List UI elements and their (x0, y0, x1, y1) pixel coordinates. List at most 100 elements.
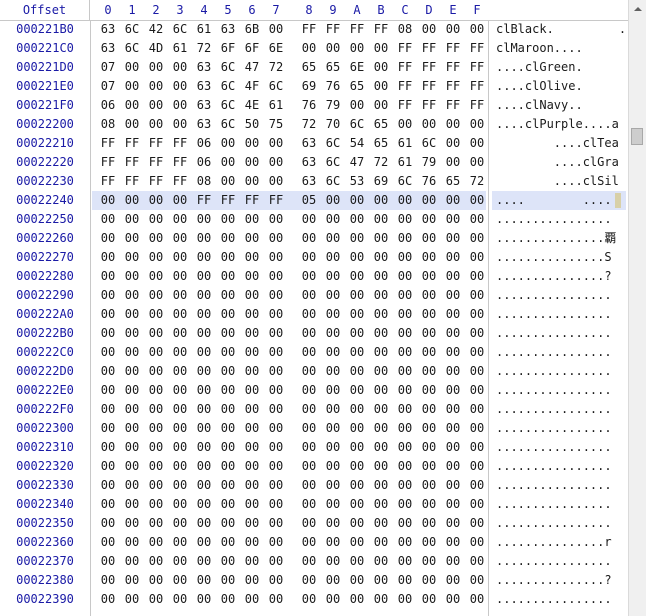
hex-byte[interactable]: 00 (98, 552, 118, 571)
hex-byte[interactable]: 00 (218, 419, 238, 438)
hex-byte[interactable]: FF (395, 96, 415, 115)
hex-byte[interactable]: 00 (347, 248, 367, 267)
hex-byte[interactable]: 65 (347, 77, 367, 96)
hex-byte[interactable]: 00 (395, 381, 415, 400)
hex-byte[interactable]: FF (170, 153, 190, 172)
hex-byte[interactable]: 00 (443, 286, 463, 305)
hex-byte[interactable]: 00 (122, 457, 142, 476)
hex-byte[interactable]: 00 (371, 495, 391, 514)
hex-byte[interactable]: 6C (170, 20, 190, 39)
hex-byte[interactable]: 00 (122, 438, 142, 457)
hex-byte[interactable]: 00 (419, 324, 439, 343)
hex-byte[interactable]: 76 (419, 172, 439, 191)
ascii-text[interactable]: ....clGreen. (496, 58, 626, 77)
hex-byte[interactable]: 00 (299, 343, 319, 362)
hex-byte[interactable]: 00 (122, 191, 142, 210)
hex-byte[interactable]: 00 (242, 210, 262, 229)
hex-byte[interactable]: 53 (347, 172, 367, 191)
ascii-text[interactable]: ................ (496, 552, 626, 571)
hex-byte[interactable]: 00 (194, 210, 214, 229)
hex-byte[interactable]: 00 (170, 191, 190, 210)
hex-byte[interactable]: 00 (98, 267, 118, 286)
hex-byte[interactable]: 00 (146, 590, 166, 609)
ascii-text[interactable]: ................ (496, 438, 626, 457)
hex-byte[interactable]: 63 (299, 153, 319, 172)
hex-byte[interactable]: 00 (371, 305, 391, 324)
hex-row[interactable]: 00022340 00 00 00 00 00 00 00 00 00 00 00 00 00 00 00 00… (0, 495, 628, 514)
hex-byte[interactable]: 00 (122, 229, 142, 248)
hex-byte[interactable]: 00 (419, 381, 439, 400)
hex-byte[interactable]: 00 (146, 495, 166, 514)
hex-byte[interactable]: 00 (347, 495, 367, 514)
hex-byte[interactable]: 00 (194, 362, 214, 381)
hex-byte[interactable]: 00 (467, 495, 487, 514)
hex-byte[interactable]: 63 (218, 20, 238, 39)
hex-byte[interactable]: 00 (218, 571, 238, 590)
hex-byte[interactable]: 00 (347, 343, 367, 362)
hex-byte[interactable]: 00 (242, 343, 262, 362)
hex-byte[interactable]: 00 (170, 324, 190, 343)
hex-byte[interactable]: 00 (299, 533, 319, 552)
hex-byte[interactable]: 00 (266, 552, 286, 571)
hex-byte[interactable]: 00 (242, 172, 262, 191)
hex-byte[interactable]: 00 (299, 400, 319, 419)
hex-byte[interactable]: 00 (146, 476, 166, 495)
hex-byte[interactable]: 00 (98, 495, 118, 514)
hex-byte[interactable]: FF (194, 191, 214, 210)
hex-byte[interactable]: FF (122, 172, 142, 191)
hex-byte[interactable]: 00 (299, 381, 319, 400)
hex-byte[interactable]: 6E (266, 39, 286, 58)
hex-byte[interactable]: 00 (419, 20, 439, 39)
hex-byte[interactable]: 00 (146, 58, 166, 77)
hex-byte[interactable]: FF (146, 172, 166, 191)
hex-byte[interactable]: 00 (218, 495, 238, 514)
hex-byte[interactable]: 00 (146, 210, 166, 229)
hex-byte[interactable]: 00 (467, 305, 487, 324)
hex-byte[interactable]: 00 (266, 267, 286, 286)
hex-byte[interactable]: 00 (146, 457, 166, 476)
hex-byte[interactable]: 00 (443, 153, 463, 172)
hex-byte[interactable]: 08 (98, 115, 118, 134)
hex-byte[interactable]: 00 (146, 191, 166, 210)
hex-byte[interactable]: 00 (347, 552, 367, 571)
hex-byte[interactable]: 00 (170, 77, 190, 96)
hex-byte[interactable]: 00 (146, 343, 166, 362)
hex-byte[interactable]: 00 (122, 419, 142, 438)
hex-byte[interactable]: 00 (419, 476, 439, 495)
hex-byte[interactable]: FF (443, 58, 463, 77)
hex-byte[interactable]: 4D (146, 39, 166, 58)
hex-byte[interactable]: 00 (371, 476, 391, 495)
hex-byte[interactable]: 00 (347, 286, 367, 305)
ascii-text[interactable]: ................ (496, 362, 626, 381)
hex-byte[interactable]: 00 (194, 286, 214, 305)
hex-byte[interactable]: 00 (299, 438, 319, 457)
hex-byte[interactable]: 00 (170, 343, 190, 362)
ascii-text[interactable]: ................ (496, 419, 626, 438)
hex-byte[interactable]: 07 (98, 77, 118, 96)
hex-byte[interactable]: 00 (443, 419, 463, 438)
hex-byte[interactable]: 00 (395, 229, 415, 248)
hex-byte[interactable]: 6C (122, 39, 142, 58)
hex-byte[interactable]: FF (266, 191, 286, 210)
hex-byte[interactable]: 79 (419, 153, 439, 172)
hex-byte[interactable]: 00 (98, 362, 118, 381)
hex-byte[interactable]: 00 (371, 324, 391, 343)
hex-byte[interactable]: 00 (170, 58, 190, 77)
hex-byte[interactable]: 00 (443, 305, 463, 324)
hex-byte[interactable]: 00 (266, 533, 286, 552)
hex-byte[interactable]: 00 (194, 229, 214, 248)
hex-byte[interactable]: 65 (443, 172, 463, 191)
hex-byte[interactable]: 00 (371, 419, 391, 438)
hex-byte[interactable]: 00 (419, 590, 439, 609)
hex-byte[interactable]: 00 (146, 248, 166, 267)
hex-byte[interactable]: 00 (170, 533, 190, 552)
hex-byte[interactable]: 76 (299, 96, 319, 115)
hex-byte[interactable]: 00 (242, 514, 262, 533)
hex-byte[interactable]: 00 (266, 476, 286, 495)
hex-row[interactable]: 00022270 00 00 00 00 00 00 00 00 00 00 00 00 00 00 00 00… (0, 248, 628, 267)
hex-byte[interactable]: 00 (467, 476, 487, 495)
hex-byte[interactable]: 00 (299, 229, 319, 248)
hex-byte[interactable]: 00 (347, 96, 367, 115)
hex-byte[interactable]: 05 (299, 191, 319, 210)
ascii-text[interactable]: ................ (496, 400, 626, 419)
